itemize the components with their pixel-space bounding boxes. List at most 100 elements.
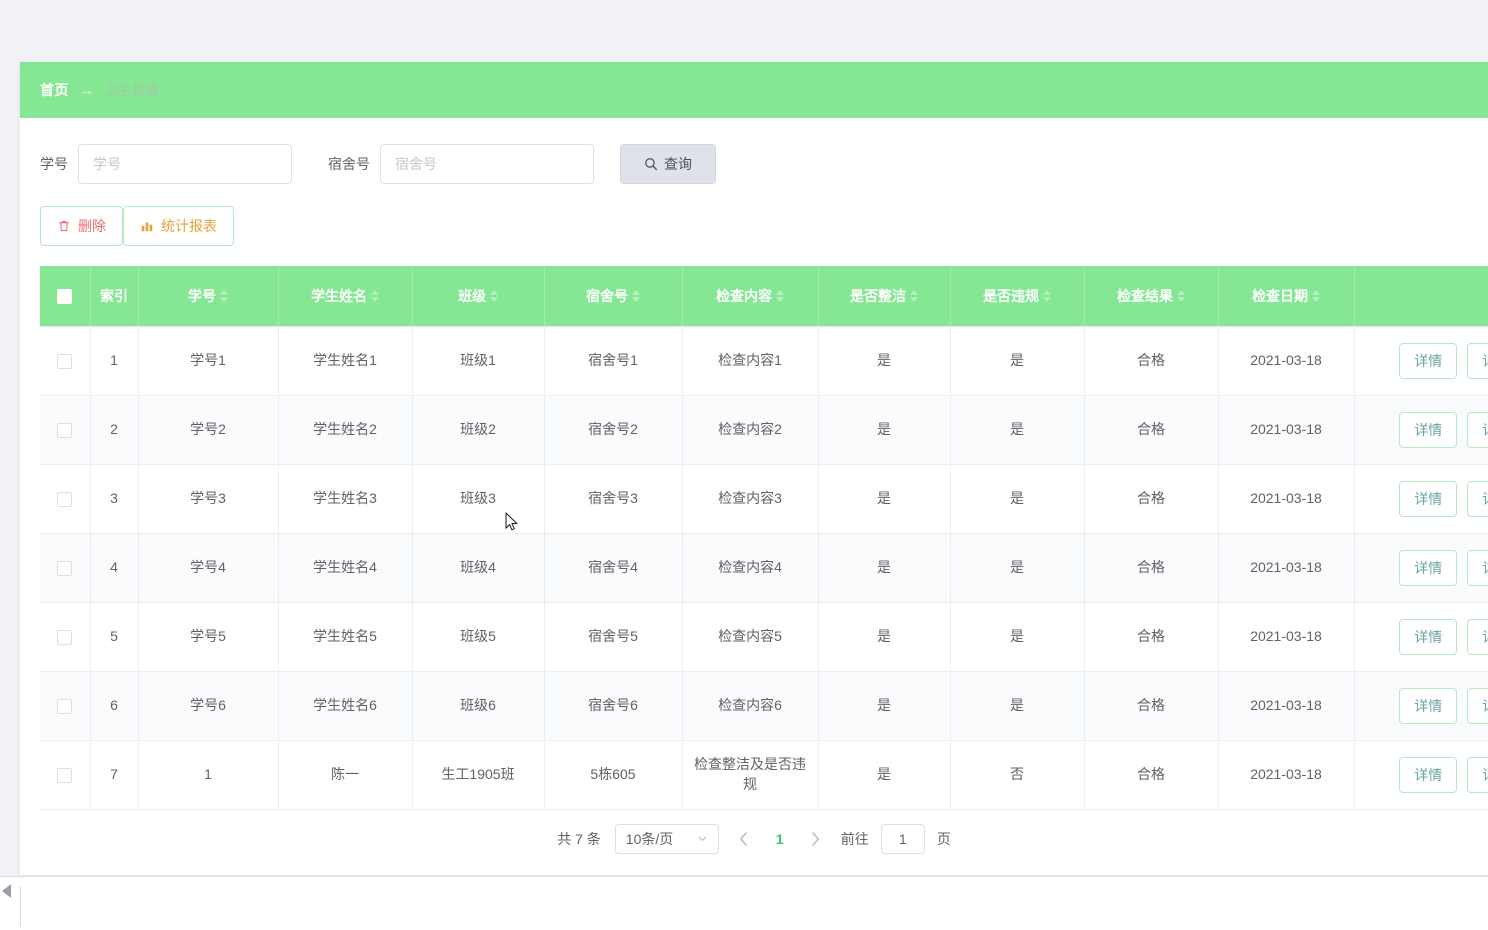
report-button[interactable]: 统计报表 (123, 206, 234, 246)
detail-button-secondary[interactable]: 详情 (1467, 549, 1488, 586)
column-label-xuehao: 学号 (188, 287, 216, 304)
sort-icon[interactable] (371, 289, 379, 302)
row-operations-cell: 详情详情 (1354, 395, 1488, 465)
column-header-name[interactable]: 学生姓名 (278, 266, 413, 327)
column-header-violation[interactable]: 是否违规 (950, 266, 1085, 327)
cell-content: 检查内容3 (682, 464, 819, 534)
row-checkbox[interactable] (57, 353, 73, 369)
jump-page-input[interactable] (880, 823, 925, 854)
row-checkbox[interactable] (57, 698, 73, 714)
sort-icon[interactable] (632, 289, 640, 302)
delete-button-label: 删除 (78, 218, 106, 234)
cell-class: 班级2 (412, 395, 545, 465)
row-select-cell[interactable] (40, 602, 91, 672)
sort-icon[interactable] (1043, 289, 1051, 302)
row-operations-cell: 详情详情 (1354, 464, 1488, 534)
search-sushe-input[interactable] (380, 144, 594, 184)
sort-icon[interactable] (490, 289, 498, 302)
sort-icon[interactable] (1312, 289, 1320, 302)
page-size-value: 10条/页 (625, 830, 674, 847)
row-select-cell[interactable] (40, 740, 91, 810)
column-header-date[interactable]: 检查日期 (1218, 266, 1355, 327)
detail-button-secondary[interactable]: 详情 (1467, 480, 1488, 517)
detail-button-secondary[interactable]: 详情 (1467, 756, 1488, 793)
prev-page-button[interactable] (731, 826, 757, 852)
cell-xuehao: 学号2 (138, 395, 279, 465)
cell-xuehao: 学号3 (138, 464, 279, 534)
detail-button-secondary[interactable]: 详情 (1467, 411, 1488, 448)
page-number-1[interactable]: 1 (769, 831, 791, 847)
query-button[interactable]: 查询 (620, 144, 716, 184)
page-card: 首页 → 卫生检查 学号 宿舍号 查询 (20, 62, 1488, 875)
row-checkbox[interactable] (57, 422, 73, 438)
column-label-content: 检查内容 (716, 287, 772, 304)
jump-prefix-label: 前往 (840, 830, 869, 847)
detail-button[interactable]: 详情 (1399, 342, 1458, 379)
detail-button[interactable]: 详情 (1399, 411, 1458, 448)
sort-icon[interactable] (1177, 289, 1185, 302)
column-header-dorm[interactable]: 宿舍号 (544, 266, 683, 327)
detail-button[interactable]: 详情 (1399, 618, 1458, 655)
cell-content: 检查内容5 (682, 602, 819, 672)
row-select-cell[interactable] (40, 395, 91, 465)
detail-button[interactable]: 详情 (1399, 756, 1458, 793)
cell-index: 1 (90, 326, 139, 396)
search-xuehao-input[interactable] (78, 144, 292, 184)
column-header-class[interactable]: 班级 (412, 266, 545, 327)
breadcrumb-home[interactable]: 首页 (40, 80, 69, 100)
cell-dorm: 宿舍号1 (544, 326, 683, 396)
breadcrumb-separator-icon: → (79, 81, 94, 99)
row-operations-cell: 详情详情 (1354, 671, 1488, 741)
cell-index: 6 (90, 671, 139, 741)
row-operations-cell: 详情详情 (1354, 602, 1488, 672)
breadcrumb-current[interactable]: 卫生检查 (104, 80, 160, 100)
cell-class: 班级6 (412, 671, 545, 741)
cell-content: 检查内容4 (682, 533, 819, 603)
row-select-cell[interactable] (40, 326, 91, 396)
pagination: 共 7 条 10条/页 1 前往 页 (20, 810, 1488, 868)
cell-class: 班级3 (412, 464, 545, 534)
cell-date: 2021-03-18 (1218, 395, 1355, 465)
detail-button[interactable]: 详情 (1399, 687, 1458, 724)
cell-content: 检查内容6 (682, 671, 819, 741)
sort-icon[interactable] (776, 289, 784, 302)
row-checkbox[interactable] (57, 767, 73, 783)
select-all-header[interactable] (40, 266, 91, 327)
row-checkbox[interactable] (57, 491, 73, 507)
sort-icon[interactable] (910, 289, 918, 302)
detail-button[interactable]: 详情 (1399, 480, 1458, 517)
row-select-cell[interactable] (40, 464, 91, 534)
column-header-result[interactable]: 检查结果 (1084, 266, 1219, 327)
collapse-caret-icon[interactable] (2, 884, 11, 898)
detail-button-secondary[interactable]: 详情 (1467, 618, 1488, 655)
cell-result: 合格 (1084, 326, 1219, 396)
detail-button[interactable]: 详情 (1399, 549, 1458, 586)
column-header-operations (1354, 266, 1488, 327)
table-header: 索引 学号 学生姓名 班级 宿舍号 检查内容 是否整洁 是否违规 检查结果 检查… (40, 266, 1488, 327)
cell-tidy: 是 (818, 464, 951, 534)
cell-dorm: 宿舍号5 (544, 602, 683, 672)
row-checkbox[interactable] (57, 560, 73, 576)
column-header-content[interactable]: 检查内容 (682, 266, 819, 327)
table-row: 2学号2学生姓名2班级2宿舍号2检查内容2是是合格2021-03-18详情详情 (40, 395, 1488, 465)
select-all-checkbox[interactable] (57, 289, 73, 305)
next-page-button[interactable] (803, 826, 829, 852)
row-select-cell[interactable] (40, 671, 91, 741)
detail-button-secondary[interactable]: 详情 (1467, 342, 1488, 379)
cell-violation: 是 (950, 671, 1085, 741)
row-select-cell[interactable] (40, 533, 91, 603)
column-header-tidy[interactable]: 是否整洁 (818, 266, 951, 327)
delete-button[interactable]: 删除 (40, 206, 123, 246)
cell-name: 学生姓名3 (278, 464, 413, 534)
sort-icon[interactable] (220, 289, 228, 302)
column-header-xuehao[interactable]: 学号 (138, 266, 279, 327)
detail-button-secondary[interactable]: 详情 (1467, 687, 1488, 724)
cell-index: 3 (90, 464, 139, 534)
cell-date: 2021-03-18 (1218, 602, 1355, 672)
row-checkbox[interactable] (57, 629, 73, 645)
page-size-select[interactable]: 10条/页 (614, 823, 719, 854)
trash-icon (57, 219, 71, 233)
table-row: 3学号3学生姓名3班级3宿舍号3检查内容3是是合格2021-03-18详情详情 (40, 464, 1488, 534)
cell-result: 合格 (1084, 740, 1219, 810)
cell-violation: 是 (950, 533, 1085, 603)
